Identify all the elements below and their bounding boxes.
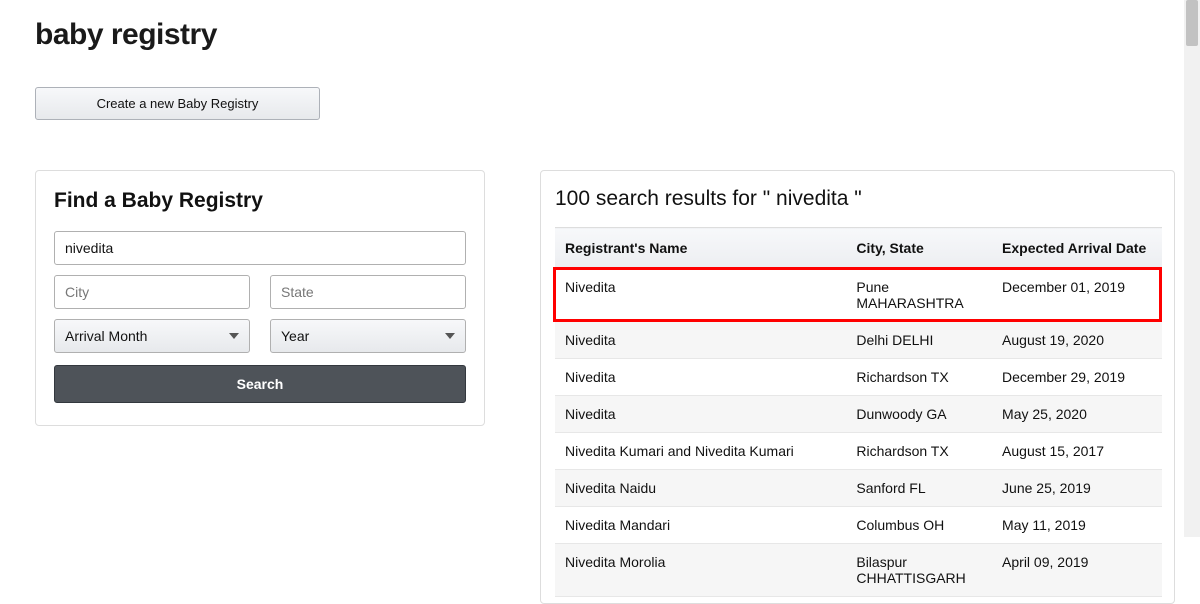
- table-row[interactable]: Nivedita NaiduSanford FLJune 25, 2019: [555, 470, 1162, 507]
- cell-city: Sanford FL: [846, 470, 992, 507]
- cell-name: Nivedita Kumari and Nivedita Kumari: [555, 433, 846, 470]
- cell-date: December 01, 2019: [992, 269, 1162, 322]
- state-input[interactable]: [270, 275, 466, 309]
- search-panel: Find a Baby Registry Arrival Month Year …: [35, 170, 485, 426]
- search-button[interactable]: Search: [54, 365, 466, 403]
- cell-name: Nivedita Mandari: [555, 507, 846, 544]
- vertical-scrollbar[interactable]: [1184, 0, 1200, 537]
- cell-date: May 11, 2019: [992, 507, 1162, 544]
- table-row[interactable]: NiveditaDunwoody GAMay 25, 2020: [555, 396, 1162, 433]
- scrollbar-thumb[interactable]: [1186, 0, 1198, 46]
- table-row[interactable]: Nivedita Kumari and Nivedita KumariRicha…: [555, 433, 1162, 470]
- cell-city: Columbus OH: [846, 507, 992, 544]
- cell-city: Pune MAHARASHTRA: [846, 269, 992, 322]
- table-row[interactable]: Nivedita MandariColumbus OHMay 11, 2019: [555, 507, 1162, 544]
- cell-date: April 09, 2019: [992, 544, 1162, 597]
- chevron-down-icon: [229, 333, 239, 339]
- cell-city: Bilaspur CHHATTISGARH: [846, 544, 992, 597]
- search-panel-heading: Find a Baby Registry: [54, 189, 466, 213]
- chevron-down-icon: [445, 333, 455, 339]
- cell-date: June 25, 2019: [992, 470, 1162, 507]
- column-header-name[interactable]: Registrant's Name: [555, 228, 846, 269]
- cell-date: December 29, 2019: [992, 359, 1162, 396]
- year-select[interactable]: Year: [270, 319, 466, 353]
- table-row[interactable]: NiveditaPune MAHARASHTRADecember 01, 201…: [555, 269, 1162, 322]
- cell-name: Nivedita: [555, 269, 846, 322]
- results-table: Registrant's Name City, State Expected A…: [555, 227, 1162, 597]
- cell-city: Dunwoody GA: [846, 396, 992, 433]
- table-row[interactable]: NiveditaDelhi DELHIAugust 19, 2020: [555, 322, 1162, 359]
- cell-name: Nivedita: [555, 359, 846, 396]
- cell-city: Richardson TX: [846, 433, 992, 470]
- cell-city: Delhi DELHI: [846, 322, 992, 359]
- column-header-date[interactable]: Expected Arrival Date: [992, 228, 1162, 269]
- cell-name: Nivedita Morolia: [555, 544, 846, 597]
- column-header-city[interactable]: City, State: [846, 228, 992, 269]
- cell-date: August 19, 2020: [992, 322, 1162, 359]
- table-row[interactable]: NiveditaRichardson TXDecember 29, 2019: [555, 359, 1162, 396]
- cell-date: August 15, 2017: [992, 433, 1162, 470]
- registrant-name-input[interactable]: [54, 231, 466, 265]
- page-title: baby registry: [35, 18, 1200, 52]
- arrival-month-label: Arrival Month: [65, 328, 147, 344]
- arrival-month-select[interactable]: Arrival Month: [54, 319, 250, 353]
- cell-date: May 25, 2020: [992, 396, 1162, 433]
- results-panel: 100 search results for " nivedita " Regi…: [540, 170, 1175, 604]
- year-label: Year: [281, 328, 309, 344]
- cell-city: Richardson TX: [846, 359, 992, 396]
- table-row[interactable]: Nivedita MoroliaBilaspur CHHATTISGARHApr…: [555, 544, 1162, 597]
- results-heading: 100 search results for " nivedita ": [555, 187, 1162, 211]
- cell-name: Nivedita: [555, 396, 846, 433]
- cell-name: Nivedita: [555, 322, 846, 359]
- cell-name: Nivedita Naidu: [555, 470, 846, 507]
- create-registry-button[interactable]: Create a new Baby Registry: [35, 87, 320, 120]
- city-input[interactable]: [54, 275, 250, 309]
